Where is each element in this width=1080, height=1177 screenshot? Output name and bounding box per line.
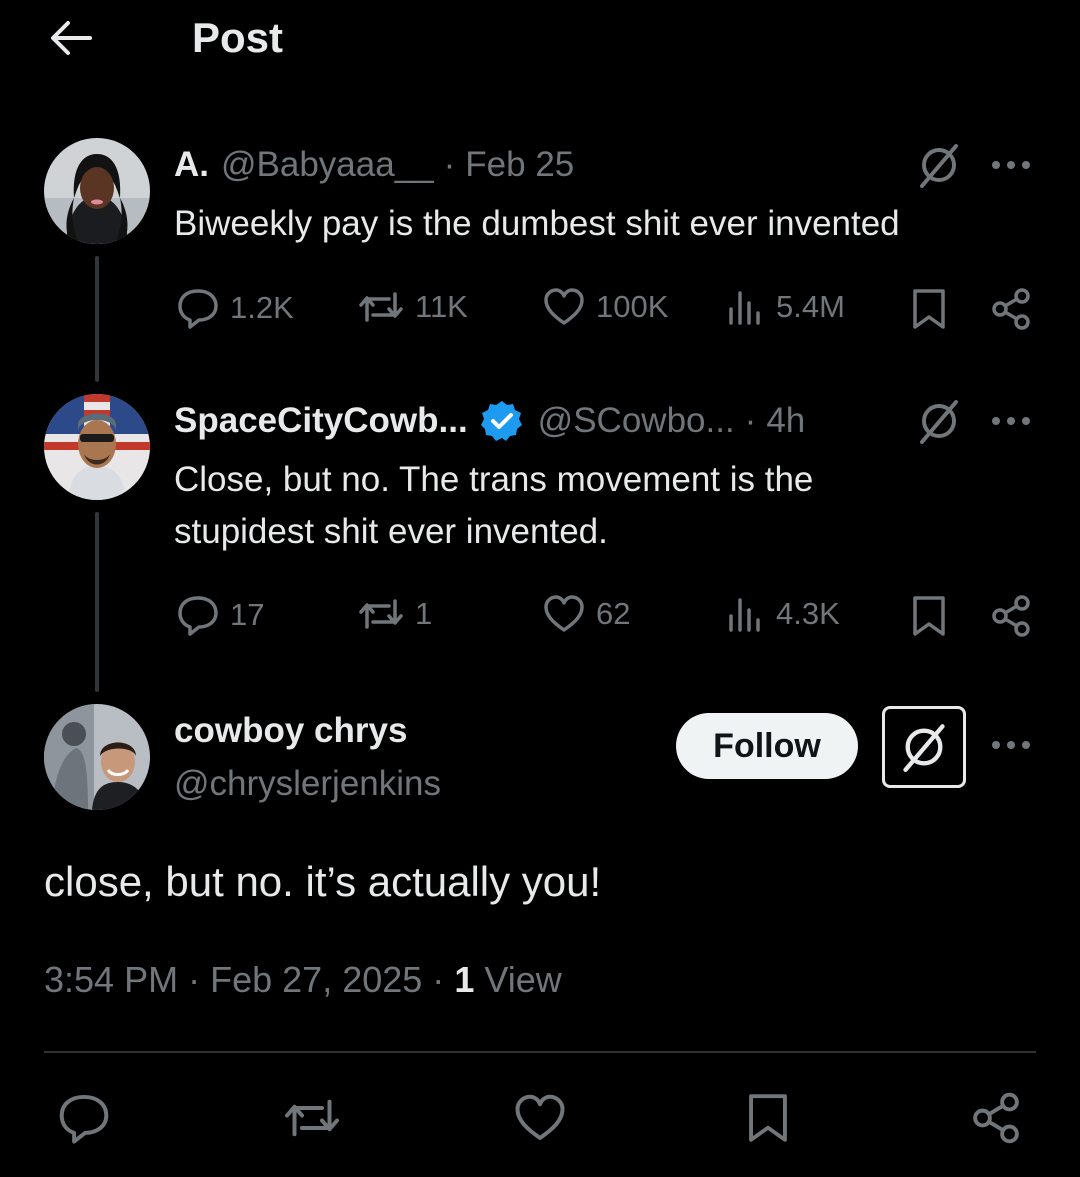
- more-icon[interactable]: [990, 150, 1032, 185]
- display-name[interactable]: cowboy chrys: [174, 709, 407, 753]
- handle[interactable]: @chryslerjenkins: [174, 762, 441, 806]
- timestamp[interactable]: Feb 25: [465, 143, 574, 187]
- view-label: View: [484, 959, 562, 1000]
- share-button[interactable]: [966, 1088, 1026, 1148]
- reply-count: 1.2K: [230, 290, 294, 325]
- views-icon: [729, 598, 760, 632]
- grok-icon[interactable]: [916, 398, 962, 449]
- post-meta: 3:54 PM · Feb 27, 2025 · 1 View: [44, 955, 562, 1005]
- share-button[interactable]: [990, 594, 1032, 638]
- bookmark-button[interactable]: [910, 287, 948, 331]
- share-icon: [992, 288, 1030, 330]
- share-button[interactable]: [990, 287, 1032, 331]
- repost-button[interactable]: 11K: [357, 287, 468, 327]
- avatar-image: [44, 394, 150, 500]
- divider: [44, 1051, 1036, 1053]
- bookmark-icon: [913, 289, 945, 329]
- post-time[interactable]: 3:54 PM: [44, 959, 178, 1000]
- reply-icon: [178, 289, 218, 329]
- thread-line: [95, 512, 99, 692]
- handle[interactable]: @Babyaaa__: [221, 143, 434, 187]
- grok-icon[interactable]: [916, 142, 962, 193]
- share-icon: [973, 1092, 1019, 1144]
- handle[interactable]: @SCowbo...: [538, 399, 735, 443]
- separator-dot: ·: [188, 959, 201, 1000]
- post-text: close, but no. it’s actually you!: [44, 858, 602, 905]
- avatar[interactable]: [44, 138, 150, 244]
- repost-button[interactable]: [282, 1088, 342, 1148]
- post-date[interactable]: Feb 27, 2025: [210, 959, 422, 1000]
- tweet-header: SpaceCityCowb... @SCowbo... · 4h: [174, 399, 805, 454]
- tweet-header: A. @Babyaaa__ · Feb 25: [174, 143, 574, 187]
- reply-button[interactable]: 17: [176, 594, 264, 636]
- like-count: 62: [596, 596, 631, 631]
- separator-dot: ·: [443, 145, 456, 184]
- verified-badge-icon: [480, 399, 524, 454]
- separator-dot: ·: [432, 959, 445, 1000]
- author-handle-row: @chryslerjenkins: [174, 762, 441, 806]
- thread-line: [95, 256, 99, 382]
- like-button[interactable]: 100K: [542, 287, 668, 327]
- repost-button[interactable]: 1: [357, 594, 432, 634]
- views-count: 5.4M: [776, 289, 845, 324]
- like-button[interactable]: [510, 1088, 570, 1148]
- reply-button[interactable]: [54, 1088, 114, 1148]
- reply-icon: [59, 1094, 109, 1144]
- share-icon: [992, 595, 1030, 637]
- views-button[interactable]: 4.3K: [726, 594, 840, 634]
- tweet-text: Biweekly pay is the dumbest shit ever in…: [174, 204, 900, 243]
- timestamp[interactable]: 4h: [766, 399, 805, 443]
- repost-icon: [359, 292, 403, 322]
- tweet-text-line: stupidest shit ever invented.: [174, 512, 608, 551]
- display-name[interactable]: A.: [174, 143, 209, 187]
- avatar[interactable]: [44, 704, 150, 810]
- author-name-row: cowboy chrys: [174, 709, 407, 753]
- bookmark-icon: [749, 1094, 787, 1142]
- separator-dot: ·: [744, 401, 757, 440]
- like-button[interactable]: 62: [542, 594, 630, 634]
- bookmark-icon: [913, 596, 945, 636]
- repost-count: 1: [415, 596, 433, 631]
- bookmark-button[interactable]: [738, 1088, 798, 1148]
- repost-count: 11K: [415, 289, 468, 324]
- reply-button[interactable]: 1.2K: [176, 287, 294, 329]
- reply-count: 17: [230, 597, 265, 632]
- heart-icon: [544, 288, 584, 325]
- bookmark-button[interactable]: [910, 594, 948, 638]
- follow-button[interactable]: Follow: [676, 713, 858, 779]
- more-icon[interactable]: [990, 730, 1032, 765]
- views-icon: [729, 291, 760, 325]
- back-button[interactable]: [44, 12, 96, 64]
- display-name[interactable]: SpaceCityCowb...: [174, 399, 468, 443]
- view-count: 1: [454, 959, 475, 1000]
- page-title: Post: [192, 14, 284, 61]
- avatar[interactable]: [44, 394, 150, 500]
- heart-icon: [515, 1094, 565, 1140]
- repost-icon: [285, 1099, 339, 1137]
- repost-icon: [359, 599, 403, 629]
- grok-button[interactable]: [882, 706, 966, 788]
- avatar-image: [44, 138, 150, 244]
- views-count: 4.3K: [776, 596, 840, 631]
- reply-icon: [178, 596, 218, 636]
- arrow-left-icon: [51, 21, 92, 55]
- heart-icon: [544, 595, 584, 632]
- grok-icon: [903, 724, 945, 772]
- avatar-image: [44, 704, 150, 810]
- tweet-text-line: Close, but no. The trans movement is the: [174, 460, 814, 499]
- more-icon[interactable]: [990, 406, 1032, 441]
- like-count: 100K: [596, 289, 669, 324]
- views-button[interactable]: 5.4M: [726, 287, 845, 327]
